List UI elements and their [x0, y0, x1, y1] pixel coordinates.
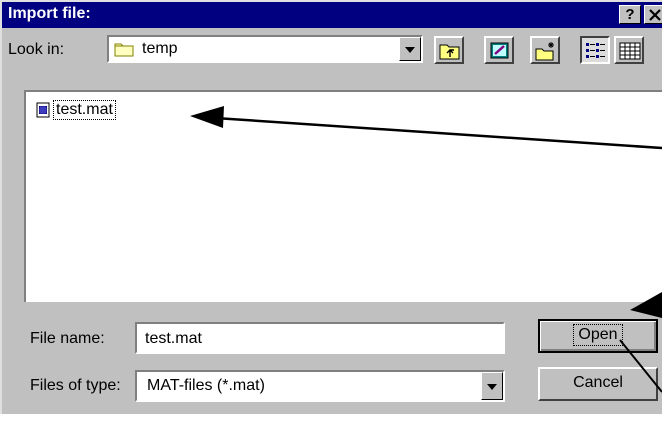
look-in-value: temp — [142, 40, 178, 57]
details-view-button[interactable] — [614, 36, 644, 64]
cancel-button[interactable]: Cancel — [538, 367, 658, 401]
desktop-icon — [490, 42, 509, 59]
desktop-button[interactable] — [484, 36, 514, 64]
open-button-label: Open — [573, 324, 623, 346]
dialog-title: Import file: — [8, 5, 91, 22]
help-button[interactable]: ? — [619, 5, 641, 24]
list-view-button[interactable] — [580, 36, 610, 64]
file-name-label: File name: — [30, 330, 105, 347]
title-bar[interactable]: Import file: ? — [2, 2, 662, 28]
file-list[interactable]: test.mat — [24, 90, 662, 302]
file-name-text: test.mat — [53, 100, 116, 120]
up-one-level-icon — [439, 44, 460, 60]
files-of-type-dropdown[interactable]: MAT-files (*.mat) — [135, 370, 505, 402]
close-button[interactable] — [644, 5, 662, 24]
look-in-dropdown[interactable]: temp — [107, 35, 423, 63]
chevron-down-icon[interactable] — [481, 372, 503, 400]
mat-file-icon — [36, 102, 50, 118]
cancel-button-label: Cancel — [573, 374, 623, 391]
file-name-input[interactable]: test.mat — [135, 322, 505, 354]
new-folder-icon — [535, 42, 554, 61]
details-view-icon — [619, 42, 641, 60]
open-button[interactable]: Open — [538, 319, 658, 353]
folder-icon — [114, 43, 134, 57]
import-file-dialog: Import file: ? Look in: temp test.mat Fi… — [0, 0, 662, 414]
up-one-level-button[interactable] — [434, 36, 464, 64]
files-of-type-label: Files of type: — [30, 377, 121, 394]
chevron-down-icon[interactable] — [399, 37, 421, 61]
new-folder-button[interactable] — [530, 36, 560, 64]
look-in-label: Look in: — [8, 41, 65, 58]
close-icon — [649, 9, 661, 21]
files-of-type-value: MAT-files (*.mat) — [147, 377, 265, 394]
list-view-icon — [586, 43, 605, 58]
